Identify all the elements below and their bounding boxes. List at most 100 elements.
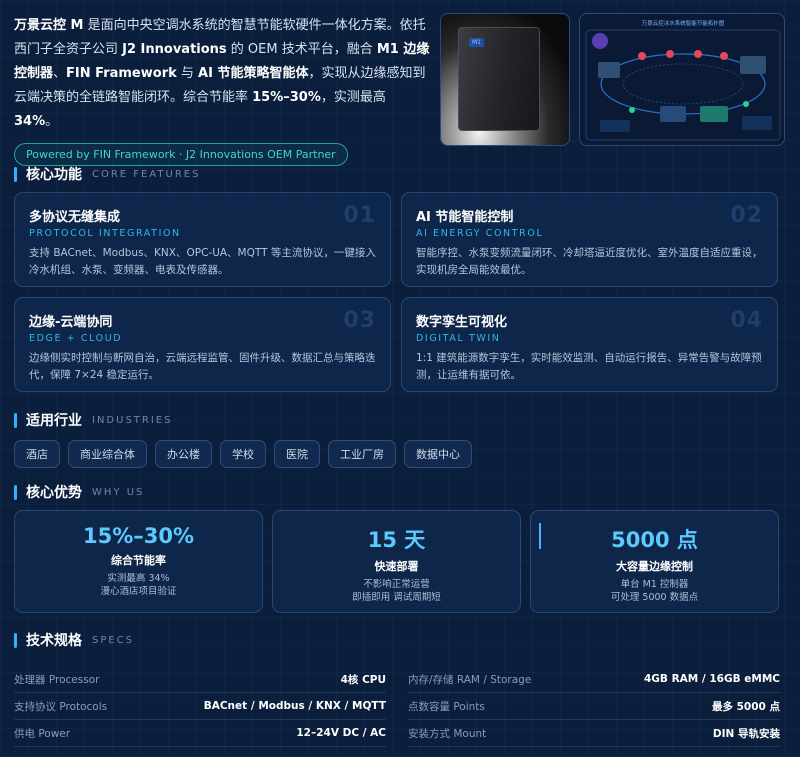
section-subtitle: SPECS bbox=[92, 634, 135, 646]
product-name: 万景云控 M bbox=[14, 18, 84, 33]
section-accent-bar bbox=[14, 412, 17, 428]
partner-badge[interactable]: Powered by FIN Framework · J2 Innovation… bbox=[14, 143, 348, 166]
loop-ring-inner bbox=[622, 63, 744, 105]
feature-card-ai-control[interactable]: AI 节能智能控制 AI ENERGY CONTROL 智能序控、水泵变频流量闭… bbox=[401, 192, 778, 287]
feature-description: 支持 BACnet、Modbus、KNX、OPC-UA、MQTT 等主流协议，一… bbox=[29, 247, 376, 276]
intro-text: 。 bbox=[45, 114, 59, 129]
feature-title: 多协议无缝集成 bbox=[29, 210, 121, 225]
feature-subtitle: DIGITAL TWIN bbox=[416, 333, 501, 344]
spec-value: 4核 CPU bbox=[340, 673, 386, 686]
intro-text: 的 OEM 技术平台，融合 bbox=[226, 42, 377, 57]
spec-row-mount: 安装方式 Mount DIN 导轨安装 bbox=[408, 720, 780, 747]
spec-row-power: 供电 Power 12–24V DC / AC bbox=[14, 720, 386, 747]
section-title: 技术规格 bbox=[26, 633, 82, 649]
spec-key: 点数容量 Points bbox=[408, 700, 485, 713]
advantage-desc-line: 漫心酒店项目验证 bbox=[100, 586, 177, 597]
topology-svg: 万景云控冰水系统智能节能拓扑图 bbox=[585, 19, 781, 141]
controller-photo: M1 bbox=[440, 13, 570, 146]
feature-card-protocol[interactable]: 多协议无缝集成 PROTOCOL INTEGRATION 支持 BACnet、M… bbox=[14, 192, 391, 287]
section-subtitle: WHY US bbox=[92, 486, 145, 498]
spec-value: 12–24V DC / AC bbox=[296, 727, 386, 739]
sensor-node bbox=[666, 50, 674, 58]
spec-value: BACnet / Modbus / KNX / MQTT bbox=[203, 700, 386, 712]
spec-row-processor: 处理器 Processor 4核 CPU bbox=[14, 666, 386, 693]
advantage-desc-line: 实测最高 34% bbox=[107, 573, 170, 584]
advantage-description: 单台 M1 控制器 可处理 5000 数据点 bbox=[531, 578, 778, 604]
intro-text: ，实测最高 bbox=[320, 90, 386, 105]
advantage-value: 5000 点 bbox=[611, 528, 698, 552]
cloud-node bbox=[592, 33, 608, 49]
advantage-label: 综合节能率 bbox=[111, 554, 166, 567]
feature-title: 数字孪生可视化 bbox=[416, 315, 508, 330]
industry-tag-datacenter[interactable]: 数据中心 bbox=[404, 440, 472, 468]
feature-card-edge-cloud[interactable]: 边缘-云端协同 EDGE + CLOUD 边缘侧实时控制与断网自治，云端远程监管… bbox=[14, 297, 391, 392]
industry-tag-list: 酒店 商业综合体 办公楼 学校 医院 工业厂房 数据中心 bbox=[14, 440, 472, 468]
advantage-card-capacity: 5000 点 大容量边缘控制 单台 M1 控制器 可处理 5000 数据点 bbox=[530, 510, 779, 613]
tower-node bbox=[740, 56, 766, 74]
section-accent-bar bbox=[14, 632, 17, 648]
section-heading-features: 核心功能 CORE FEATURES bbox=[14, 164, 200, 184]
intro-highlight: AI 节能策略智能体 bbox=[198, 66, 309, 81]
pump-node bbox=[660, 106, 686, 122]
status-node bbox=[629, 107, 635, 113]
feature-card-digital-twin[interactable]: 数字孪生可视化 DIGITAL TWIN 1:1 建筑能源数字孪生，实时能效监测… bbox=[401, 297, 778, 392]
spec-key: 安装方式 Mount bbox=[408, 727, 487, 740]
advantage-desc-line: 单台 M1 控制器 bbox=[620, 579, 689, 590]
intro-text: 与 bbox=[176, 66, 199, 81]
spec-value: 4GB RAM / 16GB eMMC bbox=[643, 673, 780, 685]
feature-title: AI 节能智能控制 bbox=[416, 210, 514, 225]
chiller-node bbox=[598, 62, 620, 78]
section-heading-advantages: 核心优势 WHY US bbox=[14, 482, 144, 502]
sensor-node bbox=[720, 52, 728, 60]
feature-number: 01 bbox=[343, 203, 376, 228]
advantage-value: 15 天 bbox=[367, 528, 426, 552]
feature-number: 02 bbox=[730, 203, 763, 228]
spec-key: 内存/存储 RAM / Storage bbox=[408, 673, 532, 686]
industry-tag-school[interactable]: 学校 bbox=[220, 440, 266, 468]
advantage-desc-line: 不影响正常运营 bbox=[363, 579, 430, 590]
advantage-desc-line: 即插即用 调试周期短 bbox=[352, 592, 441, 603]
intro-paragraph: 万景云控 M 是面向中央空调水系统的智慧节能软硬件一体化方案。依托西门子全资子公… bbox=[14, 14, 432, 134]
section-accent-bar bbox=[14, 166, 17, 182]
advantage-label: 快速部署 bbox=[374, 560, 419, 573]
advantage-desc-line: 可处理 5000 数据点 bbox=[610, 592, 699, 603]
data-panel bbox=[600, 120, 630, 132]
industry-tag-commercial[interactable]: 商业综合体 bbox=[68, 440, 147, 468]
spec-row-memory: 内存/存储 RAM / Storage 4GB RAM / 16GB eMMC bbox=[408, 666, 780, 693]
spec-value: 最多 5000 点 bbox=[711, 700, 780, 713]
controller-node bbox=[700, 106, 728, 122]
feature-number: 03 bbox=[343, 308, 376, 333]
intro-highlight: 15%–30% bbox=[252, 90, 321, 105]
status-node bbox=[743, 101, 749, 107]
spec-key: 供电 Power bbox=[14, 727, 71, 740]
intro-highlight: J2 Innovations bbox=[122, 42, 227, 57]
section-subtitle: CORE FEATURES bbox=[92, 168, 201, 180]
industry-tag-hotel[interactable]: 酒店 bbox=[14, 440, 60, 468]
system-topology-diagram: 万景云控冰水系统智能节能拓扑图 bbox=[579, 13, 785, 146]
industry-tag-office[interactable]: 办公楼 bbox=[155, 440, 212, 468]
feature-subtitle: AI ENERGY CONTROL bbox=[416, 228, 544, 239]
section-title: 适用行业 bbox=[26, 413, 82, 429]
section-title: 核心功能 bbox=[26, 167, 82, 183]
sensor-node bbox=[694, 50, 702, 58]
controller-cabinet-image: M1 bbox=[459, 28, 539, 130]
spec-key: 支持协议 Protocols bbox=[14, 700, 108, 713]
intro-highlight: FIN Framework bbox=[66, 66, 177, 81]
feature-description: 边缘侧实时控制与断网自治，云端远程监管、固件升级、数据汇总与策略迭代，保障 7×… bbox=[29, 352, 376, 381]
advantage-card-energy-saving: 15%–30% 综合节能率 实测最高 34% 漫心酒店项目验证 bbox=[14, 510, 263, 613]
spec-row-points: 点数容量 Points 最多 5000 点 bbox=[408, 693, 780, 720]
diagram-title: 万景云控冰水系统智能节能拓扑图 bbox=[642, 19, 725, 27]
industry-tag-hospital[interactable]: 医院 bbox=[274, 440, 320, 468]
industry-tag-factory[interactable]: 工业厂房 bbox=[328, 440, 396, 468]
spec-row-protocols: 支持协议 Protocols BACnet / Modbus / KNX / M… bbox=[14, 693, 386, 720]
text-cursor bbox=[539, 523, 541, 549]
advantage-description: 不影响正常运营 即插即用 调试周期短 bbox=[273, 578, 520, 604]
advantage-value: 15%–30% bbox=[82, 524, 195, 548]
feature-subtitle: EDGE + CLOUD bbox=[29, 333, 123, 344]
cabinet-label: M1 bbox=[469, 38, 484, 47]
advantage-card-deployment: 15 天 快速部署 不影响正常运营 即插即用 调试周期短 bbox=[272, 510, 521, 613]
feature-subtitle: PROTOCOL INTEGRATION bbox=[29, 228, 181, 239]
section-accent-bar bbox=[14, 484, 17, 500]
section-heading-industries: 适用行业 INDUSTRIES bbox=[14, 410, 172, 430]
feature-description: 1:1 建筑能源数字孪生，实时能效监测、自动运行报告、异常告警与故障预测，让运维… bbox=[416, 352, 762, 381]
